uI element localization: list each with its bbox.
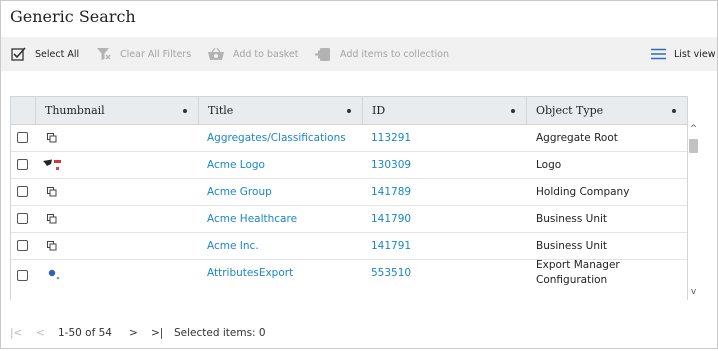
grid-header: Thumbnail Title ID Object Type xyxy=(11,97,687,125)
copy-icon xyxy=(47,214,57,224)
table-row[interactable]: Acme Healthcare 141790 Business Unit xyxy=(11,206,687,233)
row-title-link[interactable]: Acme Inc. xyxy=(207,233,259,259)
select-all-icon xyxy=(11,47,26,61)
column-menu-icon[interactable] xyxy=(183,109,187,113)
column-menu-icon[interactable] xyxy=(672,109,676,113)
page-range-label: 1-50 of 54 xyxy=(58,327,112,339)
column-header-title[interactable]: Title xyxy=(198,97,362,124)
logo-image-icon xyxy=(43,159,61,170)
toolbar: Select All Clear All Filters Add to bask… xyxy=(1,37,717,71)
previous-page-icon[interactable]: < xyxy=(36,327,45,339)
add-items-to-collection-button[interactable]: Add items to collection xyxy=(314,37,449,71)
row-id-link[interactable]: 141791 xyxy=(371,233,411,259)
row-title-link[interactable]: Acme Healthcare xyxy=(207,206,297,232)
table-row[interactable]: Acme Group 141789 Holding Company xyxy=(11,179,687,206)
select-all-button[interactable]: Select All xyxy=(11,37,79,71)
add-items-to-collection-label: Add items to collection xyxy=(340,48,449,60)
copy-icon xyxy=(47,241,57,251)
row-checkbox[interactable] xyxy=(17,213,28,224)
filter-clear-icon xyxy=(97,48,111,60)
column-header-object-type[interactable]: Object Type xyxy=(526,97,687,124)
table-row[interactable]: Acme Logo 130309 Logo xyxy=(11,152,687,179)
row-object-type-line2: Configuration xyxy=(536,274,608,286)
row-checkbox[interactable] xyxy=(17,270,28,281)
select-all-label: Select All xyxy=(35,48,80,60)
column-header-thumbnail-label: Thumbnail xyxy=(45,104,105,117)
row-object-type: Export Manager Configuration xyxy=(536,259,620,286)
clear-all-filters-button[interactable]: Clear All Filters xyxy=(96,37,191,71)
column-header-thumbnail[interactable]: Thumbnail xyxy=(35,97,198,124)
copy-icon xyxy=(47,187,57,197)
results-grid: Thumbnail Title ID Object Type Aggregate… xyxy=(10,96,688,300)
copy-icon xyxy=(47,133,57,143)
table-row[interactable]: Acme Inc. 141791 Business Unit xyxy=(11,233,687,260)
row-object-type: Business Unit xyxy=(536,240,608,252)
scroll-up-arrow-icon[interactable]: ^ xyxy=(687,123,700,135)
row-title-link[interactable]: Acme Logo xyxy=(207,152,265,178)
pager: |< < 1-50 of 54 > >| Selected items: 0 xyxy=(1,323,717,351)
scrollbar-thumb[interactable] xyxy=(689,139,698,153)
next-page-icon[interactable]: > xyxy=(129,327,138,339)
column-header-object-type-label: Object Type xyxy=(536,104,604,117)
add-to-basket-label: Add to basket xyxy=(233,48,299,60)
row-checkbox[interactable] xyxy=(17,159,28,170)
row-object-type: Business Unit xyxy=(536,213,608,225)
list-view-icon xyxy=(651,48,666,60)
row-id-link[interactable]: 113291 xyxy=(371,125,411,151)
generic-search-panel: Generic Search Select All Clear All Filt… xyxy=(0,0,718,349)
add-to-collection-icon xyxy=(315,47,330,61)
row-object-type: Aggregate Root xyxy=(536,132,618,144)
clear-all-filters-label: Clear All Filters xyxy=(120,48,192,60)
list-view-button[interactable]: List view xyxy=(651,37,716,71)
row-id-link[interactable]: 130309 xyxy=(371,152,411,178)
table-row[interactable]: AttributesExport 553510 Export Manager C… xyxy=(11,259,687,300)
column-menu-icon[interactable] xyxy=(347,109,351,113)
add-to-basket-button[interactable]: Add to basket xyxy=(207,37,299,71)
row-checkbox[interactable] xyxy=(17,132,28,143)
row-title-link[interactable]: Aggregates/Classifications xyxy=(207,125,346,151)
row-title-link[interactable]: Acme Group xyxy=(207,179,272,205)
column-header-title-label: Title xyxy=(208,104,234,117)
last-page-icon[interactable]: >| xyxy=(151,327,163,339)
export-config-icon xyxy=(48,269,60,280)
row-object-type: Logo xyxy=(536,159,562,171)
row-id-link[interactable]: 141790 xyxy=(371,206,411,232)
table-row[interactable]: Aggregates/Classifications 113291 Aggreg… xyxy=(11,125,687,152)
grid-vertical-scrollbar[interactable]: ^ v xyxy=(687,122,700,299)
column-header-id-label: ID xyxy=(372,104,386,117)
scroll-down-arrow-icon[interactable]: v xyxy=(687,286,700,298)
first-page-icon[interactable]: |< xyxy=(10,327,22,339)
row-object-type-line1: Export Manager xyxy=(536,259,620,271)
row-title-link[interactable]: AttributesExport xyxy=(207,260,293,286)
column-header-id[interactable]: ID xyxy=(362,97,526,124)
selected-items-label: Selected items: 0 xyxy=(174,327,266,339)
row-checkbox[interactable] xyxy=(17,240,28,251)
row-object-type: Holding Company xyxy=(536,186,630,198)
row-id-link[interactable]: 141789 xyxy=(371,179,411,205)
page-title: Generic Search xyxy=(10,7,136,26)
basket-icon xyxy=(208,47,224,60)
list-view-label: List view xyxy=(674,48,716,60)
row-id-link[interactable]: 553510 xyxy=(371,260,411,286)
column-menu-icon[interactable] xyxy=(511,109,515,113)
row-checkbox[interactable] xyxy=(17,186,28,197)
